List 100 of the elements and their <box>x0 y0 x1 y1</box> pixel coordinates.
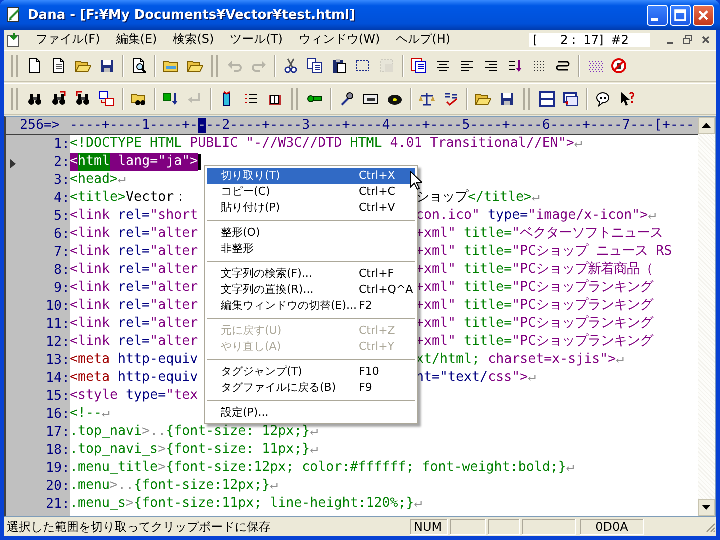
line-number: 12: <box>46 334 70 350</box>
resize-grip-icon[interactable] <box>704 521 716 533</box>
code-text: +xml" <box>416 333 456 351</box>
toolbar-grip[interactable] <box>11 55 18 77</box>
code-text: <link <box>70 333 110 351</box>
minimize-icon <box>651 18 658 20</box>
code-text: title= <box>463 225 512 243</box>
code-text: html <box>78 153 110 171</box>
code-text: "short <box>150 207 198 225</box>
menu-item[interactable]: 切り取り(T) Ctrl+X <box>207 168 415 184</box>
line-number: 17: <box>46 424 70 440</box>
menu-item[interactable]: ツール(T) <box>222 31 291 48</box>
code-text: "PCショップランキング <box>512 333 654 351</box>
line-number: 9: <box>54 280 70 296</box>
code-text: <!-- <box>70 405 102 423</box>
vertical-scrollbar[interactable] <box>698 117 715 516</box>
code-text: <link <box>70 279 110 297</box>
line-end-mark: ↵ <box>528 369 536 387</box>
code-text: <link <box>70 315 110 333</box>
code-text: <meta <box>70 351 110 369</box>
menu-item[interactable]: タグファイルに戻る(B) F9 <box>207 380 415 396</box>
line-number: 2: <box>54 154 70 170</box>
status-pane <box>488 519 520 535</box>
line-end-mark: > <box>158 441 166 459</box>
notepad-icon <box>6 7 22 23</box>
code-text: type= <box>487 207 528 225</box>
code-text: charset=x-sjis"> <box>488 351 616 369</box>
code-text: "alter <box>150 315 198 333</box>
code-text: {font-size: 11px;} <box>166 441 310 459</box>
ruler-cursor: - <box>198 118 206 133</box>
menu-item[interactable]: コピー(C) Ctrl+C <box>207 184 415 200</box>
line-end-mark: ↵ <box>270 477 278 495</box>
code-text: <link <box>70 261 110 279</box>
code-text: rel= <box>117 315 150 333</box>
line-number: 10: <box>46 298 70 314</box>
toolbar-grip[interactable] <box>11 88 18 110</box>
line-number: 8: <box>54 262 70 278</box>
line-ending-indicator: 0D0A <box>580 519 644 535</box>
code-text: css"> <box>488 369 528 387</box>
scroll-up-button[interactable] <box>698 117 715 134</box>
code-text: .top_navi <box>70 423 142 441</box>
code-text: +xml" <box>416 261 456 279</box>
cursor-position: [ 2 : 17] #2 <box>529 32 650 46</box>
code-text: "tex <box>166 387 198 405</box>
toolbar-grip[interactable] <box>523 88 530 110</box>
code-text: < <box>70 153 78 171</box>
code-text: +xml" <box>416 315 456 333</box>
code-text: rel= <box>117 279 150 297</box>
code-text: "alter <box>150 225 198 243</box>
document-arrow-icon[interactable] <box>6 32 22 48</box>
code-text: type= <box>125 387 166 405</box>
line-end-mark: >.. <box>142 423 166 441</box>
line-number: 6: <box>54 226 70 242</box>
line-end-mark: ↵ <box>102 405 110 423</box>
code-text: HTML <box>350 135 384 153</box>
code-text: rel= <box>117 333 150 351</box>
menu-item[interactable]: 文字列の検索(F)... Ctrl+F <box>207 266 415 282</box>
line-number: 14: <box>46 370 70 386</box>
menu-item[interactable]: 非整形 <box>207 241 415 257</box>
menu-item[interactable]: 編集ウィンドウの切替(E)... F2 <box>207 298 415 314</box>
menu-item[interactable]: ウィンドウ(W) <box>290 31 388 48</box>
code-text: title= <box>463 297 512 315</box>
toolbar-grip[interactable] <box>211 55 218 77</box>
line-number: 13: <box>46 352 70 368</box>
line-end-mark: ↵ <box>532 189 540 207</box>
code-text: "PCショップ ニュース RS <box>512 243 672 261</box>
toolbar-grip[interactable] <box>291 88 298 110</box>
down-arrow-icon <box>702 505 711 510</box>
code-text: lang="ja"> <box>110 153 198 171</box>
code-text: <link <box>70 297 110 315</box>
menu-item[interactable]: 貼り付け(P) Ctrl+V <box>207 200 415 216</box>
ruler-marks: --2----+----3----+----4----+----5----+----6----+----7---[+--- <box>206 118 694 133</box>
menu-item[interactable]: ファイル(F) <box>28 31 108 48</box>
menu-item[interactable]: タグジャンプ(T) F10 <box>207 364 415 380</box>
line-end-mark: ↵ <box>566 459 574 477</box>
menu-item[interactable]: 設定(P)... <box>207 405 415 421</box>
line-number: 19: <box>46 460 70 476</box>
menu-item[interactable]: 整形(O) <box>207 225 415 241</box>
code-text: Vector： <box>126 189 188 207</box>
line-end-mark: >.. <box>110 477 134 495</box>
menu-item[interactable]: 検索(S) <box>165 31 222 48</box>
line-number: 11: <box>46 316 70 332</box>
code-text: "alter <box>150 261 198 279</box>
code-text: title= <box>463 243 512 261</box>
code-text: "PCショップランキング <box>512 315 654 333</box>
code-text: rel= <box>117 207 150 225</box>
menu-item[interactable]: ヘルプ(H) <box>388 31 459 48</box>
code-text: rel= <box>117 243 150 261</box>
maximize-button[interactable] <box>670 4 691 26</box>
menu-item[interactable]: 文字列の置換(R)... Ctrl+Q^A <box>207 282 415 298</box>
code-text: http-equiv <box>117 351 198 369</box>
code-text: .menu_title <box>70 459 158 477</box>
scroll-down-button[interactable] <box>698 499 715 516</box>
code-text: rel= <box>117 297 150 315</box>
close-button[interactable] <box>693 4 714 26</box>
code-text: +xml" <box>416 297 456 315</box>
minimize-button[interactable] <box>647 4 668 26</box>
menu-item[interactable]: 編集(E) <box>108 31 166 48</box>
code-text: <title> <box>70 189 126 207</box>
line-end-mark: ↵ <box>648 207 656 225</box>
